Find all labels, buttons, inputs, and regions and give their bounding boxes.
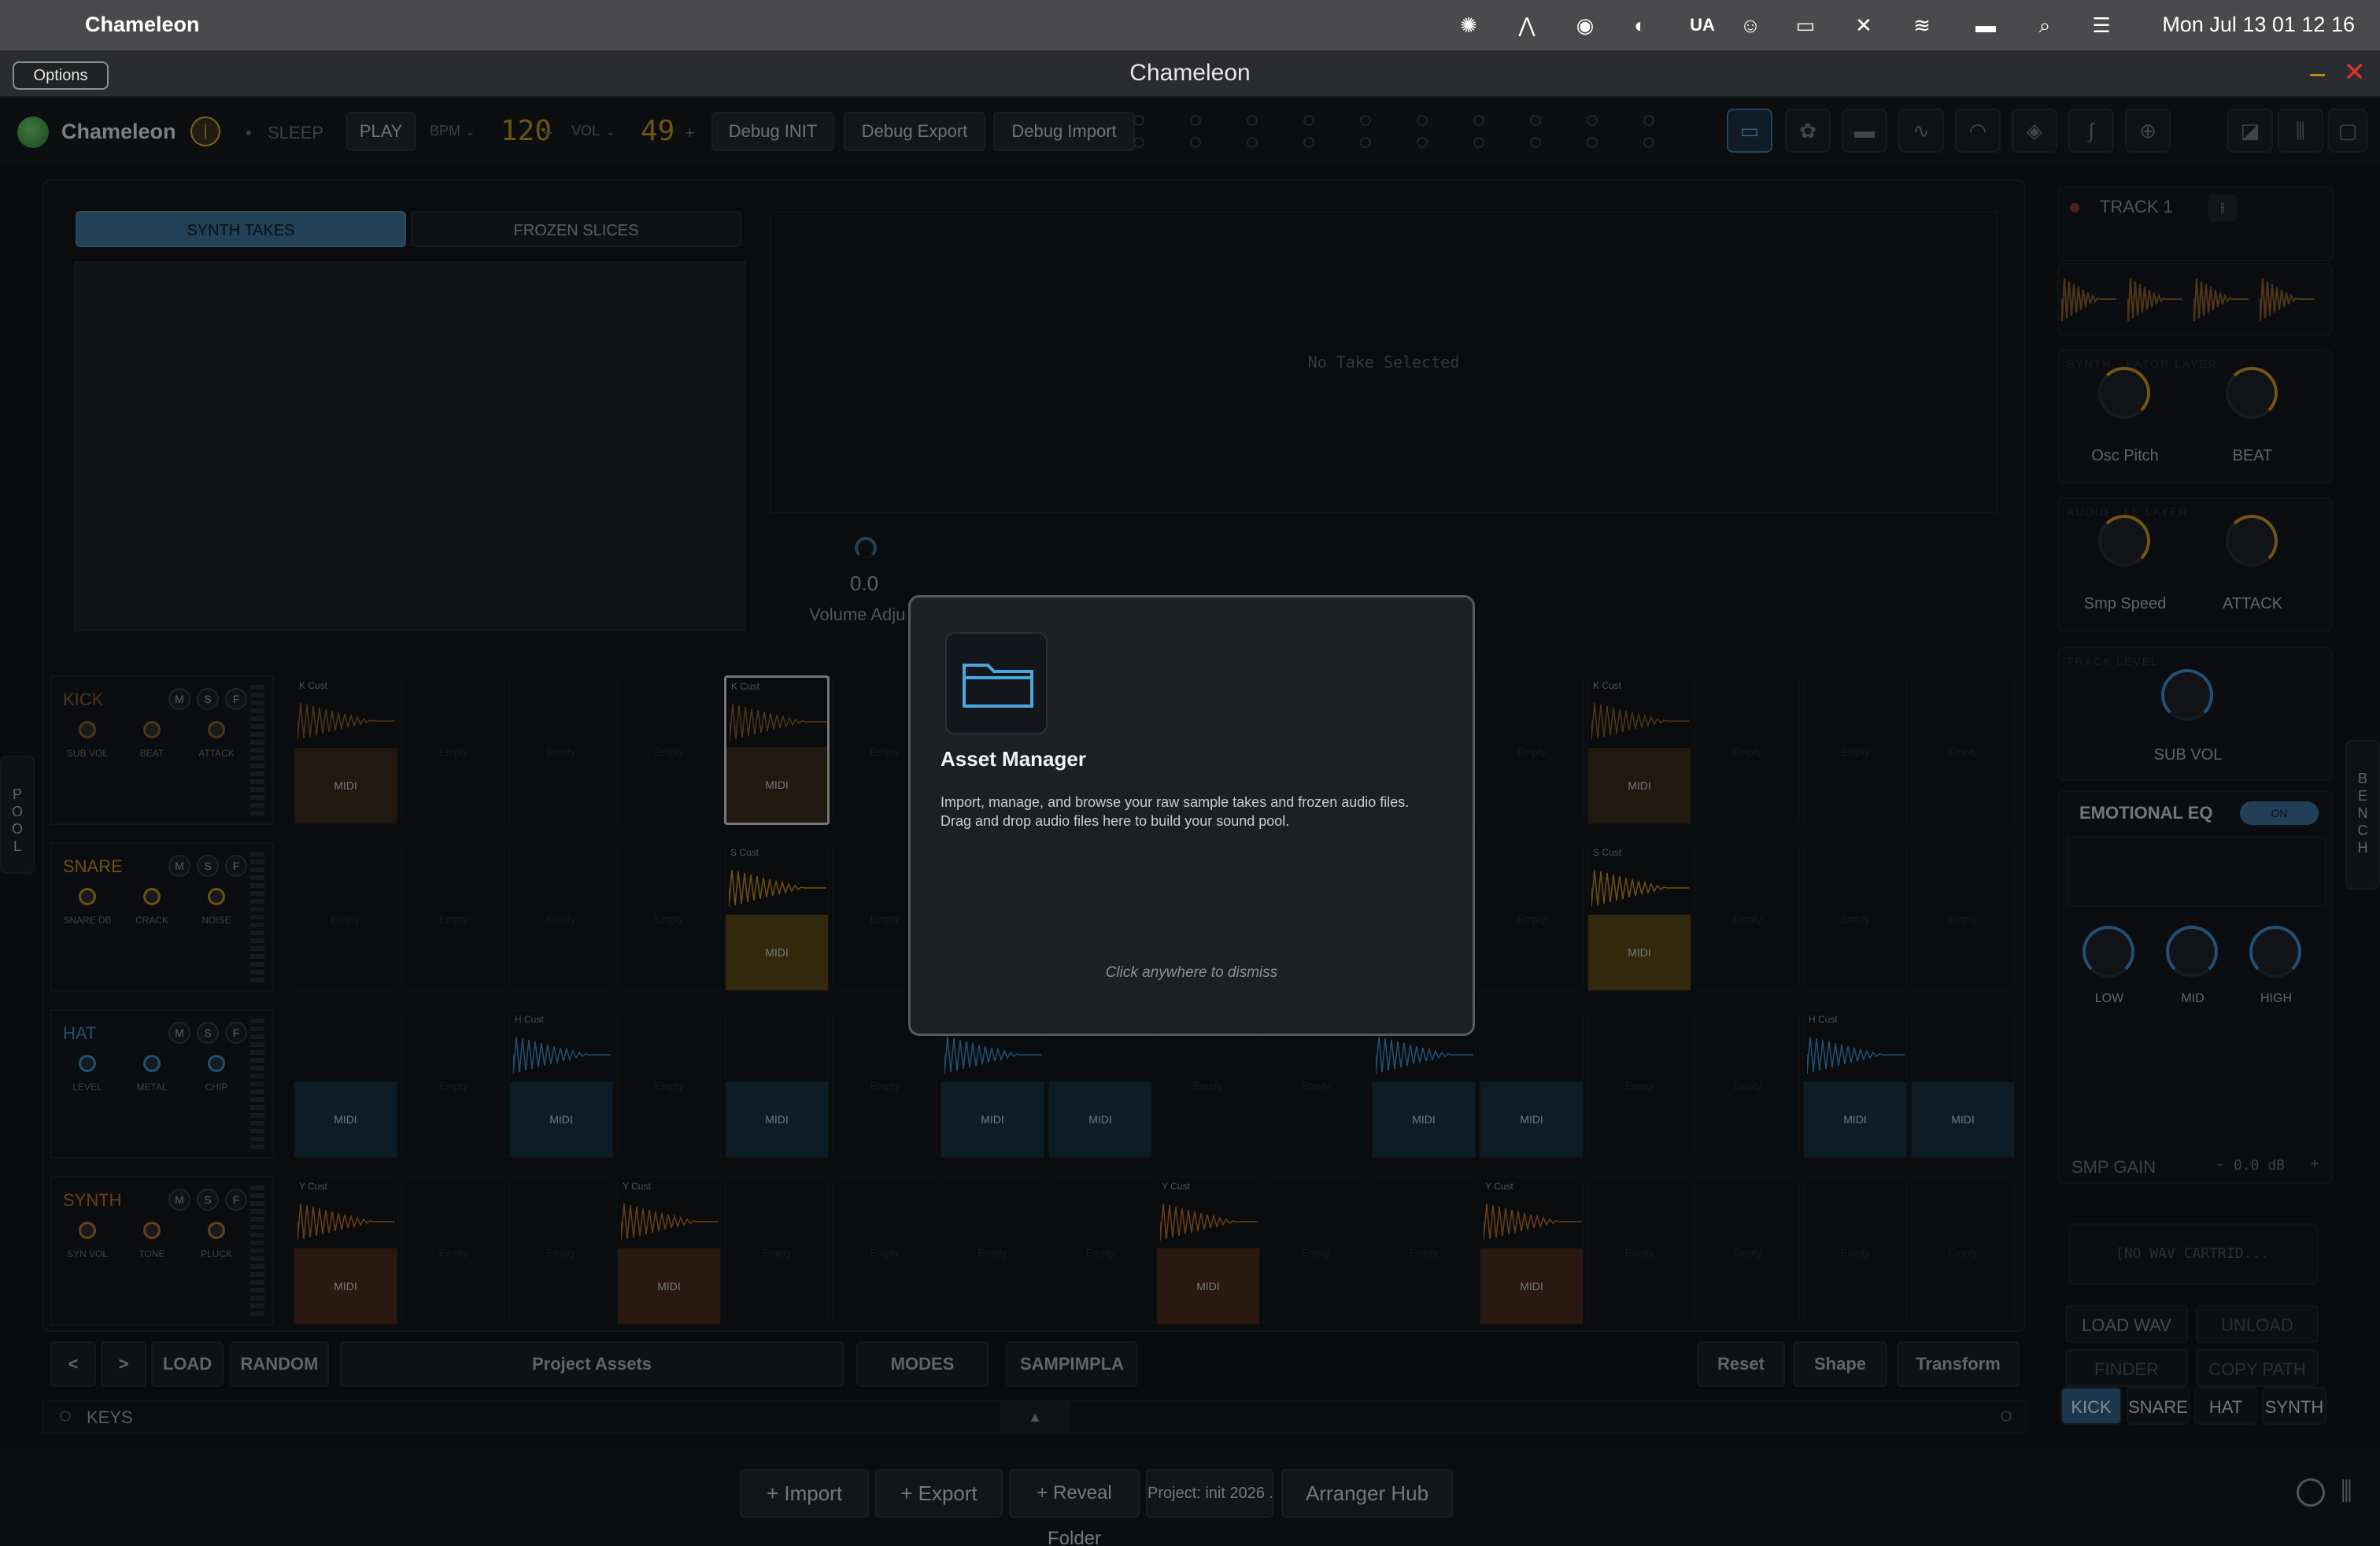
modal-title: Asset Manager [941, 747, 1086, 771]
display-icon[interactable]: ▭ [1791, 11, 1820, 39]
modal-description: Import, manage, and browse your raw samp… [941, 793, 1460, 830]
battery-icon[interactable]: ▬ [1966, 11, 2005, 39]
openai-icon[interactable]: ✺ [1454, 11, 1483, 39]
modal-description-line1: Import, manage, and browse your raw samp… [941, 794, 1410, 810]
macos-menubar: Chameleon ✺ ⋀ ◉ ◐ UA ☺ ▭ ✕ ≋ ▬ ⌕ ☰ Mon J… [0, 0, 2380, 50]
window-titlebar: Options Chameleon – ✕ [0, 50, 2380, 98]
asset-manager-modal[interactable]: Asset Manager Import, manage, and browse… [908, 595, 1475, 1036]
close-icon[interactable]: ✕ [2344, 57, 2367, 88]
ua-label[interactable]: UA [1681, 11, 1724, 39]
minimize-icon[interactable]: – [2310, 58, 2325, 89]
apple-icon[interactable] [30, 11, 55, 39]
modal-description-line2: Drag and drop audio files here to build … [941, 813, 1290, 829]
menubar-clock[interactable]: Mon Jul 13 01 12 16 [2162, 13, 2355, 37]
window-title: Chameleon [1129, 60, 1251, 86]
mute-icon[interactable]: ✕ [1850, 11, 1878, 39]
cloud-icon[interactable]: ◉ [1571, 11, 1599, 39]
control-center-icon[interactable]: ☰ [2087, 11, 2116, 39]
a-icon[interactable]: ⋀ [1513, 11, 1541, 39]
menubar-app-name[interactable]: Chameleon [85, 13, 200, 37]
wifi-icon[interactable]: ≋ [1908, 11, 1936, 39]
folder-icon [945, 632, 1048, 734]
modal-dismiss-hint: Click anywhere to dismiss [1105, 964, 1278, 981]
search-icon[interactable]: ⌕ [2031, 11, 2059, 39]
user-icon[interactable]: ☺ [1736, 11, 1765, 39]
contrast-icon[interactable]: ◐ [1626, 11, 1654, 39]
